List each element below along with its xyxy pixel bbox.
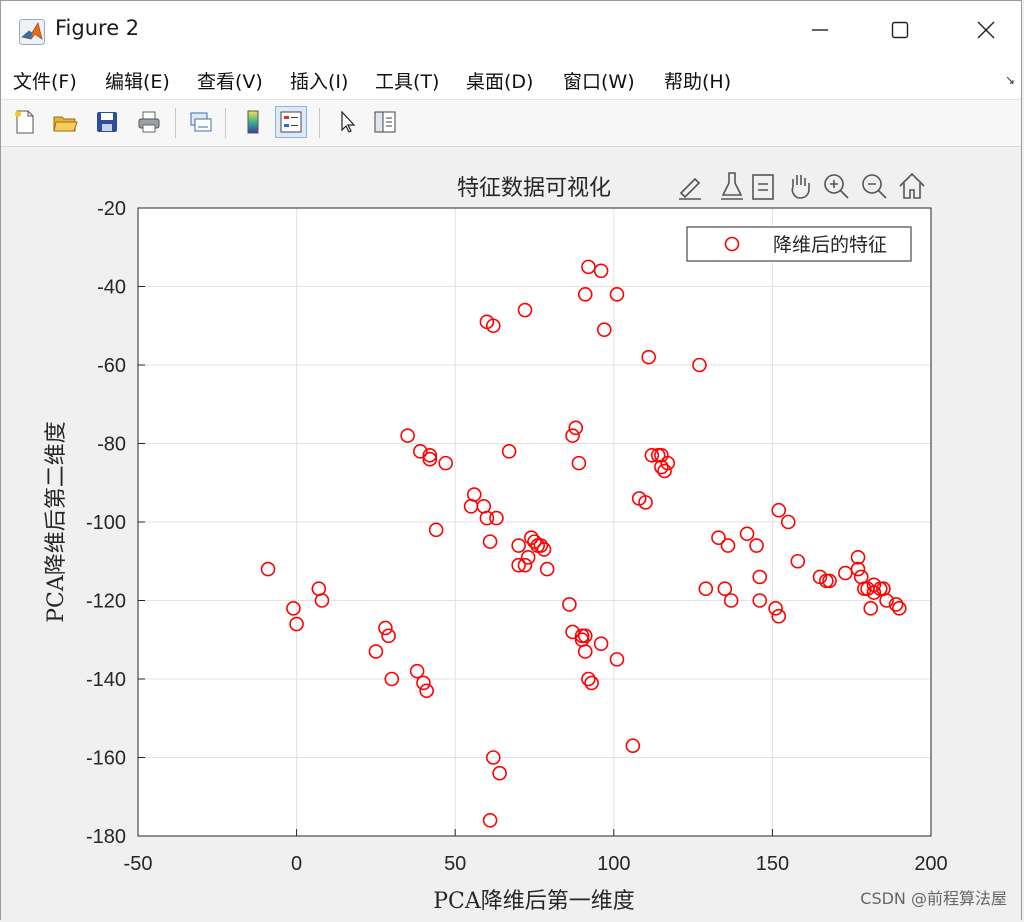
y-tick-label: -80 (97, 434, 126, 456)
y-tick-label: -120 (86, 591, 126, 613)
y-tick-label: -180 (86, 826, 126, 848)
x-tick-label: 200 (914, 853, 947, 875)
watermark: CSDN @前程算法屋 (860, 889, 1007, 908)
home-icon[interactable] (897, 169, 927, 203)
x-tick-label: 100 (597, 853, 630, 875)
y-axis-label: PCA降维后第二维度 (44, 421, 69, 623)
zoom-out-icon[interactable] (859, 169, 889, 203)
scatter-plot[interactable]: -50 0 50 100 150 200 -20 -40 -60 -80 -100 -120 -140 -… (1, 1, 1023, 921)
pan-icon[interactable] (785, 169, 815, 203)
x-tick-label: 50 (444, 853, 466, 875)
data-tip-icon[interactable] (717, 169, 747, 203)
y-tick-label: -140 (86, 669, 126, 691)
legend[interactable]: 降维后的特征 (686, 226, 912, 262)
x-axis-label: PCA降维后第一维度 (433, 889, 635, 914)
brush-icon[interactable] (675, 169, 705, 203)
y-tick-label: -20 (97, 198, 126, 220)
x-tick-label: 150 (756, 853, 789, 875)
y-tick-label: -100 (86, 512, 126, 534)
zoom-in-icon[interactable] (821, 169, 851, 203)
data-cursor-icon[interactable] (749, 169, 779, 203)
y-tick-label: -160 (86, 748, 126, 770)
chart-title: 特征数据可视化 (457, 176, 611, 201)
x-tick-label: 0 (291, 853, 302, 875)
legend-entry: 降维后的特征 (773, 234, 887, 256)
y-tick-label: -60 (97, 355, 126, 377)
x-tick-label: -50 (124, 853, 153, 875)
figure-window: Figure 2 文件(F) 编辑(E) 查看(V) 插入(I) 工具(T) 桌… (0, 0, 1023, 921)
y-tick-label: -40 (97, 277, 126, 299)
